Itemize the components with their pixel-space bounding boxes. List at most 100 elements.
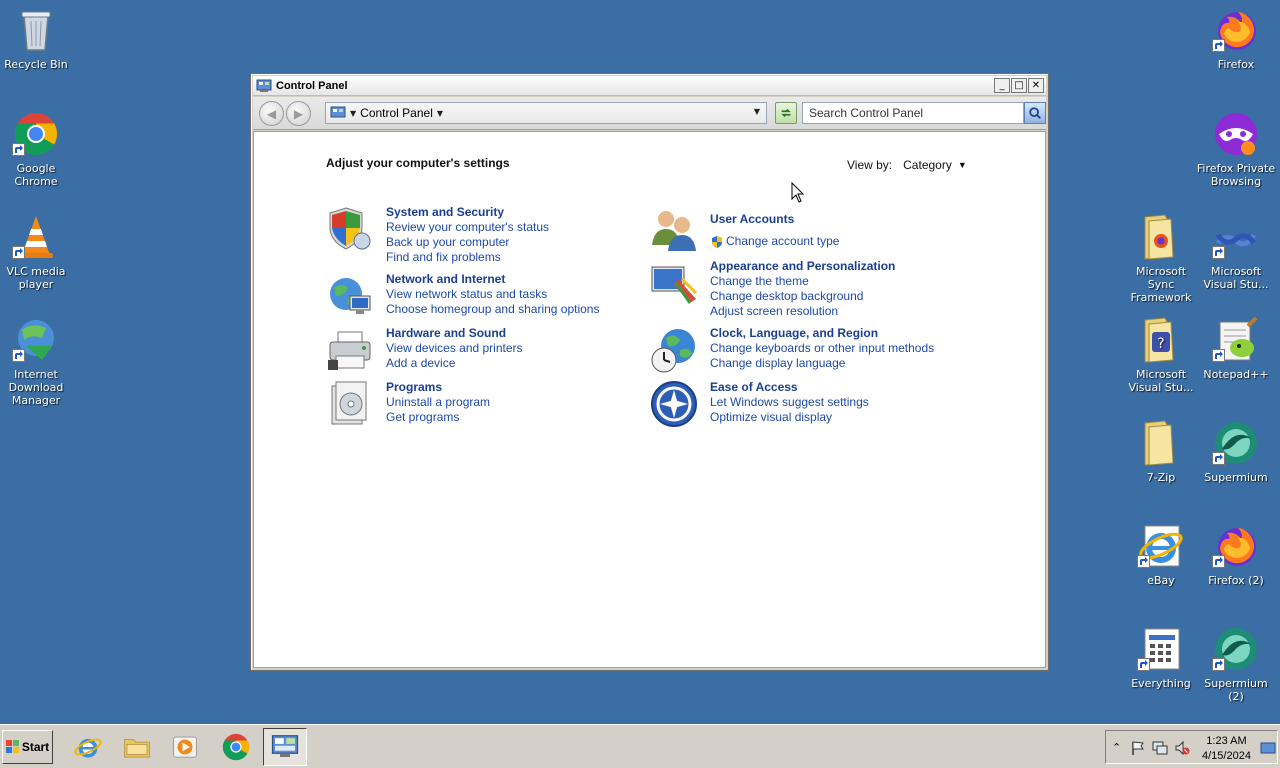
- category-title-ease-of-access[interactable]: Ease of Access: [710, 380, 869, 395]
- search-input[interactable]: Search Control Panel: [802, 102, 1024, 124]
- control-panel-window[interactable]: Control Panel _ □ ✕ ◀ ▶ ▼ Control Panel …: [250, 73, 1049, 671]
- start-label: Start: [21, 740, 50, 754]
- firefox-private-icon: [1212, 110, 1260, 158]
- link-change-keyboards[interactable]: Change keyboards or other input methods: [710, 341, 934, 356]
- windows-explorer-icon: [124, 739, 150, 758]
- category-title-user-accounts[interactable]: User Accounts: [710, 212, 839, 227]
- link-review-status[interactable]: Review your computer's status: [386, 220, 549, 235]
- desktop-icon-firefox[interactable]: Firefox: [1196, 6, 1276, 71]
- link-devices-printers[interactable]: View devices and printers: [386, 341, 523, 356]
- category-title-hardware-sound[interactable]: Hardware and Sound: [386, 326, 523, 341]
- desktop-icon-notepad-plus-plus[interactable]: Notepad++: [1196, 316, 1276, 381]
- window-titlebar[interactable]: Control Panel _ □ ✕: [253, 76, 1046, 96]
- taskbar-clock[interactable]: 1:23 AM 4/15/2024: [1202, 734, 1251, 764]
- view-by-label: View by:: [847, 158, 893, 172]
- taskbar-chrome[interactable]: [214, 728, 258, 766]
- taskbar-media-player[interactable]: [163, 728, 207, 766]
- folder-icon: [1137, 419, 1185, 467]
- link-uninstall-program[interactable]: Uninstall a program: [386, 395, 490, 410]
- start-button[interactable]: Start: [2, 730, 53, 764]
- search-icon: [1029, 107, 1041, 119]
- desktop-icon-supermium[interactable]: Supermium: [1196, 419, 1276, 484]
- link-backup[interactable]: Back up your computer: [386, 235, 549, 250]
- internet-explorer-icon: [1137, 522, 1185, 570]
- shortcut-arrow-icon: [1137, 555, 1150, 568]
- link-desktop-background[interactable]: Change desktop background: [710, 289, 895, 304]
- folder-icon: [1137, 213, 1185, 261]
- desktop-icon-label: Supermium (2): [1204, 677, 1268, 703]
- breadcrumb-control-panel[interactable]: Control Panel: [360, 106, 433, 120]
- forward-button[interactable]: ▶: [286, 101, 311, 126]
- desktop-icon-label: Notepad++: [1203, 368, 1269, 381]
- address-bar[interactable]: ▼ Control Panel ▼ ▼: [325, 102, 767, 124]
- link-homegroup[interactable]: Choose homegroup and sharing options: [386, 302, 599, 317]
- desktop-icon-label: Google Chrome: [14, 162, 58, 188]
- link-get-programs[interactable]: Get programs: [386, 410, 490, 425]
- desktop-icon-recycle-bin[interactable]: Recycle Bin: [0, 6, 76, 71]
- desktop-icon-vlc[interactable]: VLC media player: [0, 213, 76, 291]
- link-change-account-type[interactable]: Change account type: [710, 234, 839, 249]
- desktop-icon-firefox-private[interactable]: Firefox Private Browsing: [1196, 110, 1276, 188]
- desktop-icon-supermium-2[interactable]: Supermium (2): [1196, 625, 1276, 703]
- desktop-icon-everything[interactable]: Everything: [1121, 625, 1201, 690]
- show-hidden-icons-chevron-icon[interactable]: ⌃: [1112, 740, 1128, 756]
- desktop-icon-microsoft-sync-framework[interactable]: Microsoft Sync Framework: [1121, 213, 1201, 304]
- taskbar: Start ⌃ 1:23 AM 4/15/2024: [0, 724, 1280, 768]
- desktop-icon-internet-download-manager[interactable]: Internet Download Manager: [0, 316, 76, 407]
- back-arrow-icon: ◀: [266, 106, 277, 121]
- refresh-icon: [781, 108, 791, 118]
- link-find-fix-problems[interactable]: Find and fix problems: [386, 250, 549, 265]
- desktop-icon-google-chrome[interactable]: Google Chrome: [0, 110, 76, 188]
- breadcrumb-separator-icon[interactable]: ▼: [350, 109, 356, 118]
- link-network-status[interactable]: View network status and tasks: [386, 287, 599, 302]
- category-title-programs[interactable]: Programs: [386, 380, 490, 395]
- shortcut-arrow-icon: [1212, 555, 1225, 568]
- link-display-language[interactable]: Change display language: [710, 356, 934, 371]
- link-change-theme[interactable]: Change the theme: [710, 274, 895, 289]
- maximize-button[interactable]: □: [1011, 78, 1027, 93]
- close-button[interactable]: ✕: [1028, 78, 1044, 93]
- minimize-button[interactable]: _: [994, 78, 1010, 93]
- link-screen-resolution[interactable]: Adjust screen resolution: [710, 304, 895, 319]
- control-panel-content: Adjust your computer's settings View by:…: [253, 131, 1046, 668]
- chrome-icon: [12, 110, 60, 158]
- category-title-system-security[interactable]: System and Security: [386, 205, 549, 220]
- chevron-down-icon[interactable]: ▼: [958, 160, 967, 170]
- volume-muted-icon[interactable]: [1174, 740, 1190, 756]
- desktop-icon-visual-studio-shortcut[interactable]: Microsoft Visual Stu...: [1196, 213, 1276, 291]
- show-desktop-icon[interactable]: [1260, 740, 1276, 756]
- idm-icon: [12, 316, 60, 364]
- link-optimize-display[interactable]: Optimize visual display: [710, 410, 869, 425]
- media-player-icon: [173, 736, 197, 758]
- taskbar-windows-explorer[interactable]: [115, 728, 159, 766]
- desktop-icon-7zip[interactable]: 7-Zip: [1121, 419, 1201, 484]
- desktop-icon-visual-studio-folder[interactable]: ? Microsoft Visual Stu...: [1121, 316, 1201, 394]
- programs-icon: [326, 380, 374, 428]
- back-button[interactable]: ◀: [259, 101, 284, 126]
- desktop-icon-firefox-2[interactable]: Firefox (2): [1196, 522, 1276, 587]
- desktop-icon-label: Microsoft Visual Stu...: [1128, 368, 1194, 394]
- breadcrumb-dropdown-icon[interactable]: ▼: [437, 109, 443, 118]
- taskbar-control-panel[interactable]: [263, 728, 307, 766]
- network-icon[interactable]: [1152, 740, 1168, 756]
- desktop-icon-label: Firefox (2): [1208, 574, 1264, 587]
- view-by-selector[interactable]: View by: Category ▼: [847, 158, 967, 172]
- address-history-dropdown-icon[interactable]: ▼: [754, 107, 760, 116]
- category-title-network-internet[interactable]: Network and Internet: [386, 272, 599, 287]
- forward-arrow-icon: ▶: [293, 106, 304, 121]
- chrome-icon: [221, 732, 251, 762]
- refresh-button[interactable]: [775, 102, 797, 124]
- desktop-icon-ebay[interactable]: eBay: [1121, 522, 1201, 587]
- taskbar-internet-explorer[interactable]: [66, 728, 110, 766]
- action-center-flag-icon[interactable]: [1130, 740, 1146, 756]
- window-title: Control Panel: [276, 79, 348, 92]
- category-title-appearance[interactable]: Appearance and Personalization: [710, 259, 895, 274]
- view-by-value[interactable]: Category: [903, 158, 952, 172]
- link-suggest-settings[interactable]: Let Windows suggest settings: [710, 395, 869, 410]
- link-add-device[interactable]: Add a device: [386, 356, 523, 371]
- control-panel-icon: [256, 79, 272, 92]
- search-button[interactable]: [1024, 102, 1046, 124]
- desktop-icon-label: eBay: [1147, 574, 1175, 587]
- firefox-icon: [1212, 6, 1260, 54]
- category-title-clock-region[interactable]: Clock, Language, and Region: [710, 326, 934, 341]
